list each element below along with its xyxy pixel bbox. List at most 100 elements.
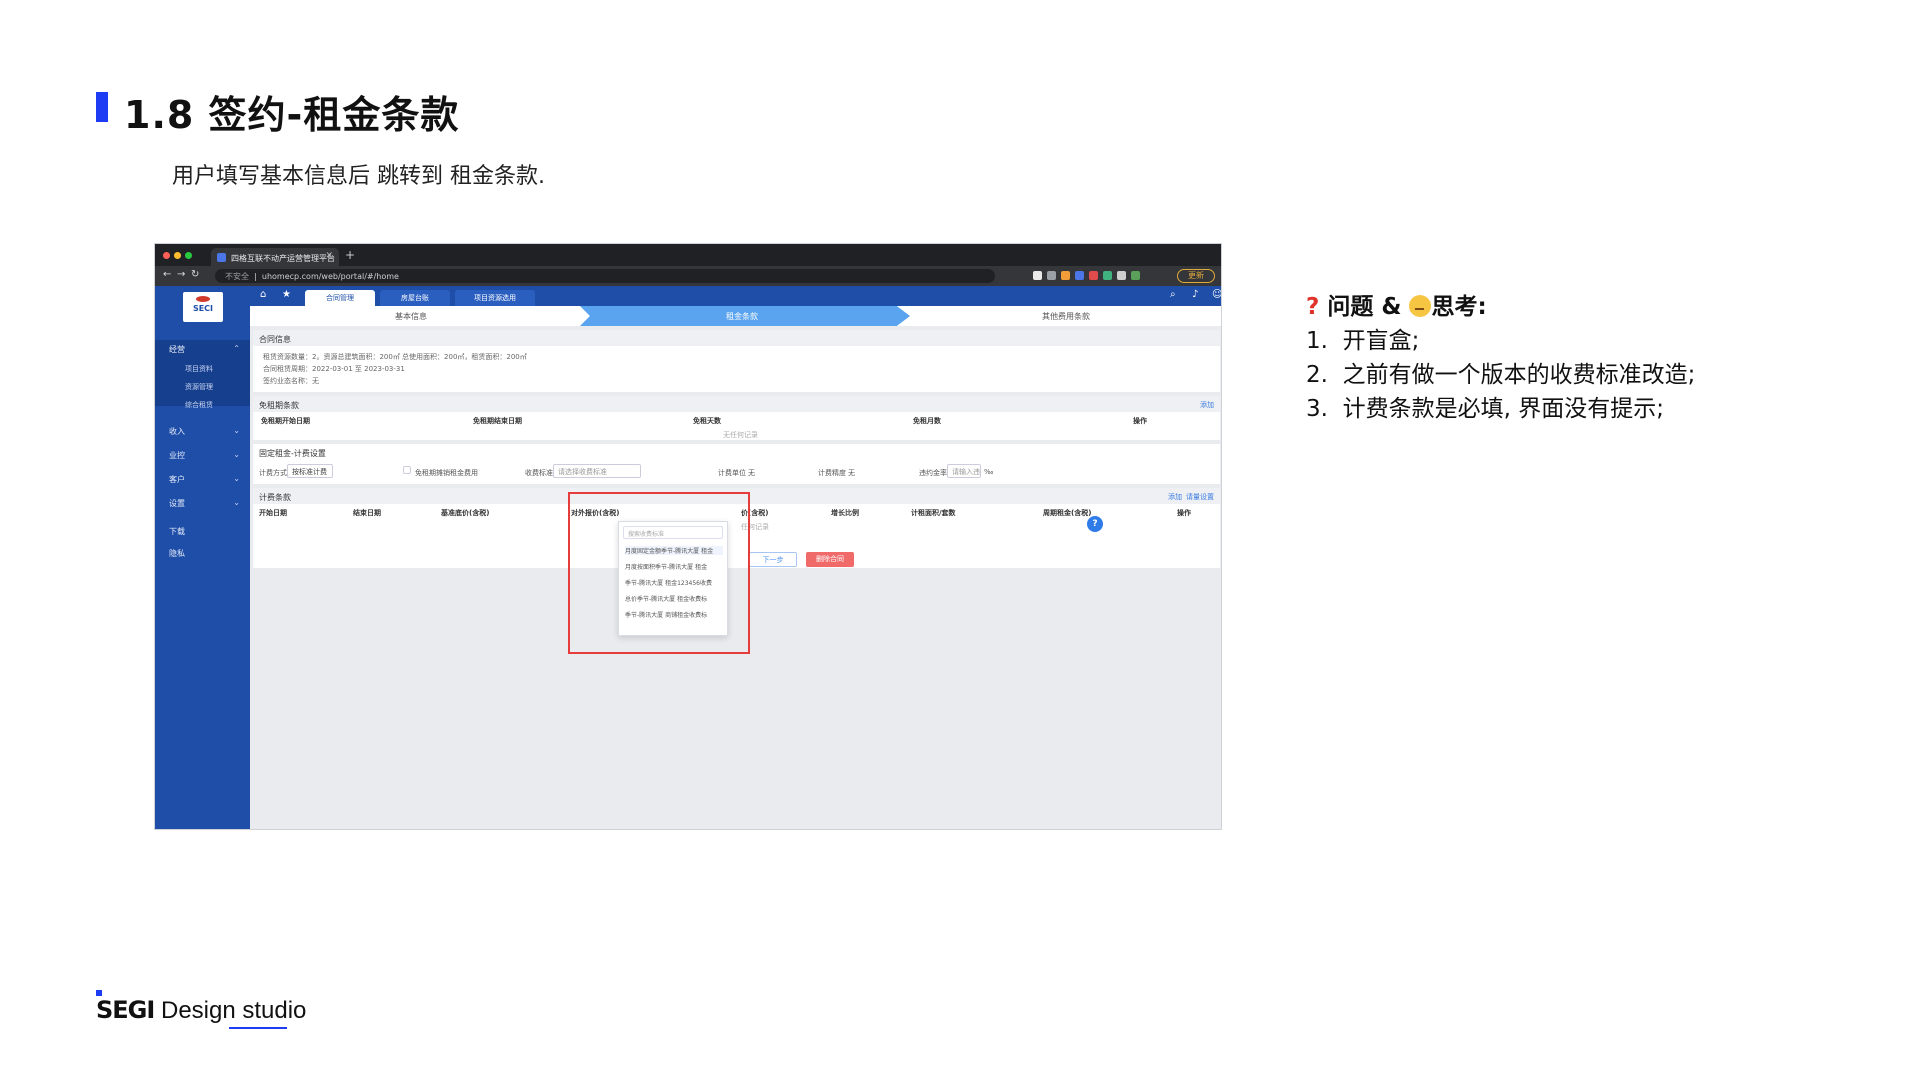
table-header: 基准底价(含税) <box>441 509 490 517</box>
page-title: 1.8 签约-租金条款 <box>124 93 460 137</box>
free-rent-add-link[interactable]: 添加 <box>1200 400 1214 410</box>
step-other-fees[interactable]: 其他费用条款 <box>1042 311 1090 322</box>
reload-icon[interactable]: ↻ <box>191 269 199 280</box>
table-header: 结束日期 <box>353 509 381 517</box>
contract-business-type: 签约业态名称：无 <box>263 377 319 385</box>
minimize-window-dot[interactable] <box>174 252 181 259</box>
question-mark-icon: ? <box>1306 294 1320 320</box>
delete-contract-button[interactable]: 删除合同 <box>806 552 854 567</box>
extension-icon[interactable] <box>1061 271 1070 280</box>
puzzle-icon[interactable] <box>1117 271 1126 280</box>
empty-state-text: 无任何记录 <box>723 431 758 439</box>
user-icon[interactable]: ☺ <box>1212 289 1221 300</box>
notes-panel: ? 问题 & 思考: 1. 开盲盒; 2. 之前有做一个版本的收费标准改造; 3… <box>1306 290 1695 426</box>
note-item: 3. 计费条款是必填, 界面没有提示; <box>1306 396 1664 422</box>
unit-value: 无 <box>748 469 755 477</box>
sidebar-subitem-resource[interactable]: 资源管理 <box>185 382 213 392</box>
chevron-down-icon: ⌄ <box>233 474 240 483</box>
url-field[interactable]: 不安全 | uhomecp.com/web/portal/#/home <box>215 269 995 283</box>
table-header: 免租天数 <box>693 417 721 425</box>
tab-resource-select[interactable]: 项目资源选用 <box>455 290 535 306</box>
back-icon[interactable]: ← <box>163 269 171 280</box>
app-sidebar: SECI 经营 ⌃ 项目资料 资源管理 综合租赁 收入 ⌄ 业控 ⌄ 客户 ⌄ … <box>155 286 250 829</box>
step-rent-terms[interactable]: 租金条款 <box>726 311 758 322</box>
next-step-button[interactable]: 下一步 <box>749 552 797 567</box>
note-item: 2. 之前有做一个版本的收费标准改造; <box>1306 362 1696 388</box>
sidebar-item-download[interactable]: 下载 <box>169 526 185 537</box>
new-tab-icon[interactable]: + <box>345 248 355 262</box>
contract-period: 合同租赁周期：2022-03-01 至 2023-03-31 <box>263 365 405 373</box>
brand-underline <box>229 1027 287 1029</box>
sidebar-subitem-leasing[interactable]: 综合租赁 <box>185 400 213 410</box>
free-rent-panel: 免租期条款 添加 免租期开始日期 免租期结束日期 免租天数 免租月数 操作 无任… <box>253 396 1220 440</box>
title-accent-bar <box>96 92 108 122</box>
late-fee-label: 违约金率 <box>919 469 947 477</box>
chevron-down-icon: ⌄ <box>233 498 240 507</box>
extension-icon[interactable] <box>1075 271 1084 280</box>
billing-batch-link[interactable]: 请量设置 <box>1186 492 1214 502</box>
browser-tab-strip: 四格互联不动产运营管理平台 ✕ + <box>155 244 1221 266</box>
brand-logo: SEGI Design studio <box>96 996 307 1024</box>
browser-tab[interactable]: 四格互联不动产运营管理平台 ✕ <box>211 248 339 266</box>
close-window-dot[interactable] <box>163 252 170 259</box>
step-basic-info[interactable]: 基本信息 <box>395 311 427 322</box>
forward-icon[interactable]: → <box>177 269 185 280</box>
late-fee-input[interactable]: 请输入违 <box>947 464 981 478</box>
profile-icon[interactable] <box>1131 271 1140 280</box>
sidebar-item-settings[interactable]: 设置 <box>169 498 185 509</box>
table-header: 开始日期 <box>259 509 287 517</box>
update-button[interactable]: 更新 <box>1177 269 1215 283</box>
sidebar-item-operation[interactable]: 经营 <box>169 344 185 355</box>
app-logo: SECI <box>183 292 223 322</box>
search-icon[interactable]: ⌕ <box>1170 289 1176 300</box>
amortize-checkbox[interactable] <box>403 466 411 474</box>
extension-icon[interactable] <box>1089 271 1098 280</box>
app-screenshot: 四格互联不动产运营管理平台 ✕ + ← → ↻ 不安全 | uhomecp.co… <box>154 243 1222 830</box>
note-item: 1. 开盲盒; <box>1306 328 1420 354</box>
table-header: 免租期开始日期 <box>261 417 310 425</box>
home-icon[interactable]: ⌂ <box>260 289 266 300</box>
table-header: 周期租金(含税) <box>1043 509 1092 517</box>
fixed-rent-panel: 固定租金-计费设置 计费方式 按标准计费 免租期摊销租金费用 收费标准 请选择收… <box>253 444 1220 484</box>
url-text: uhomecp.com/web/portal/#/home <box>261 272 399 281</box>
contract-resource-summary: 租赁资源数量：2。资源总建筑面积：200㎡ 总使用面积：200㎡，租赁面积：20… <box>263 353 527 361</box>
billing-add-link[interactable]: 添加 <box>1168 492 1182 502</box>
sidebar-item-income[interactable]: 收入 <box>169 426 185 437</box>
maximize-window-dot[interactable] <box>185 252 192 259</box>
sidebar-item-control[interactable]: 业控 <box>169 450 185 461</box>
thinking-face-icon <box>1409 295 1432 317</box>
sidebar-item-privacy[interactable]: 隐私 <box>169 548 185 559</box>
free-rent-header: 免租期条款 <box>253 396 1220 412</box>
tab-contract-management[interactable]: 合同管理 <box>305 290 375 306</box>
extension-icon[interactable] <box>1103 271 1112 280</box>
precision-label: 计费精度 <box>818 469 846 477</box>
sidebar-item-customer[interactable]: 客户 <box>169 474 185 485</box>
insecure-label: 不安全 <box>225 272 249 281</box>
bell-icon[interactable]: ♪ <box>1192 289 1198 300</box>
table-header: 免租月数 <box>913 417 941 425</box>
extension-icon[interactable] <box>1033 271 1042 280</box>
extension-icon[interactable] <box>1047 271 1056 280</box>
table-header: 操作 <box>1177 509 1191 517</box>
highlight-annotation-box <box>568 492 750 654</box>
step-progress: 基本信息 租金条款 其他费用条款 <box>250 306 1221 326</box>
browser-address-bar: ← → ↻ 不安全 | uhomecp.com/web/portal/#/hom… <box>155 266 1221 286</box>
page-subtitle: 用户填写基本信息后 跳转到 租金条款. <box>172 164 545 189</box>
chevron-down-icon: ⌄ <box>233 426 240 435</box>
sidebar-subitem-project[interactable]: 项目资料 <box>185 364 213 374</box>
unit-label: 计费单位 <box>718 469 746 477</box>
method-select[interactable]: 按标准计费 <box>287 464 333 478</box>
chevron-up-icon: ⌃ <box>233 344 240 353</box>
close-tab-icon[interactable]: ✕ <box>325 251 333 261</box>
amortize-label: 免租期摊销租金费用 <box>415 469 478 477</box>
tab-house-ledger[interactable]: 房屋台账 <box>380 290 450 306</box>
late-fee-unit: ‰ <box>984 468 994 476</box>
standard-select[interactable]: 请选择收费标准 <box>553 464 641 478</box>
help-icon[interactable]: ? <box>1087 516 1103 532</box>
star-icon[interactable]: ★ <box>282 289 291 300</box>
method-label: 计费方式 <box>259 469 287 477</box>
table-header: 操作 <box>1133 417 1147 425</box>
top-navigation: ⌂ ★ 合同管理 房屋台账 项目资源选用 ⌕ ♪ ☺ <box>250 286 1221 306</box>
chevron-down-icon: ⌄ <box>233 450 240 459</box>
standard-label: 收费标准 <box>525 469 553 477</box>
